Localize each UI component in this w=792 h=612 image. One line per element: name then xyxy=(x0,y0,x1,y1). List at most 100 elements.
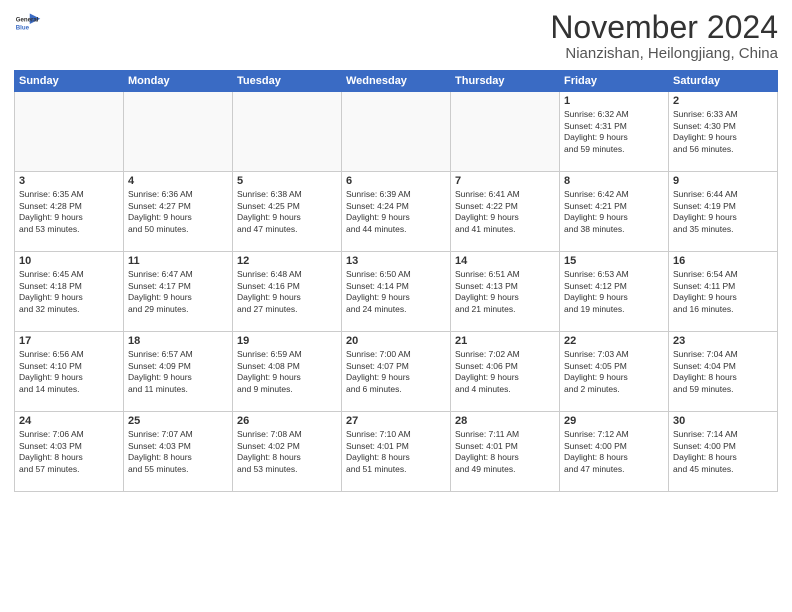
day-number: 19 xyxy=(237,335,337,347)
calendar-cell: 1Sunrise: 6:32 AM Sunset: 4:31 PM Daylig… xyxy=(560,92,669,172)
calendar-cell: 19 Sunrise: 6:59 AM Sunset: 4:08 PM Dayli… xyxy=(233,332,342,412)
calendar-cell: 23 Sunrise: 7:04 AM Sunset: 4:04 PM Dayli… xyxy=(669,332,778,412)
cell-info: Sunrise: 6:41 AM Sunset: 4:22 PM Dayligh… xyxy=(455,189,555,235)
month-title: November 2024 xyxy=(550,10,778,45)
calendar-cell: 6Sunrise: 6:39 AM Sunset: 4:24 PM Daylig… xyxy=(342,172,451,252)
day-number: 5 xyxy=(237,175,337,187)
calendar-cell: 9 Sunrise: 6:44 AM Sunset: 4:19 PM Daylig… xyxy=(669,172,778,252)
calendar-cell: 3 Sunrise: 6:35 AM Sunset: 4:28 PM Daylig… xyxy=(15,172,124,252)
day-number: 7 xyxy=(455,175,555,187)
weekday-header: Thursday xyxy=(451,71,560,92)
calendar-cell: 8 Sunrise: 6:42 AM Sunset: 4:21 PM Daylig… xyxy=(560,172,669,252)
day-number: 26 xyxy=(237,415,337,427)
calendar-week-row: 17 Sunrise: 6:56 AM Sunset: 4:10 PM Dayli… xyxy=(15,332,778,412)
day-number: 30 xyxy=(673,415,773,427)
cell-info: Sunrise: 6:51 AM Sunset: 4:13 PM Dayligh… xyxy=(455,269,555,315)
calendar-cell: 28Sunrise: 7:11 AM Sunset: 4:01 PM Dayli… xyxy=(451,412,560,492)
calendar-table: SundayMondayTuesdayWednesdayThursdayFrid… xyxy=(14,70,778,492)
day-number: 25 xyxy=(128,415,228,427)
day-number: 27 xyxy=(346,415,446,427)
weekday-header: Friday xyxy=(560,71,669,92)
weekday-header: Wednesday xyxy=(342,71,451,92)
cell-info: Sunrise: 6:36 AM Sunset: 4:27 PM Dayligh… xyxy=(128,189,228,235)
cell-info: Sunrise: 6:32 AM Sunset: 4:31 PM Dayligh… xyxy=(564,109,664,155)
cell-info: Sunrise: 7:06 AM Sunset: 4:03 PM Dayligh… xyxy=(19,429,119,475)
cell-info: Sunrise: 6:44 AM Sunset: 4:19 PM Dayligh… xyxy=(673,189,773,235)
cell-info: Sunrise: 6:56 AM Sunset: 4:10 PM Dayligh… xyxy=(19,349,119,395)
day-number: 11 xyxy=(128,255,228,267)
calendar-cell: 25 Sunrise: 7:07 AM Sunset: 4:03 PM Dayli… xyxy=(124,412,233,492)
cell-info: Sunrise: 7:04 AM Sunset: 4:04 PM Dayligh… xyxy=(673,349,773,395)
page-container: General Blue November 2024 Nianzishan, H… xyxy=(0,0,792,498)
cell-info: Sunrise: 6:54 AM Sunset: 4:11 PM Dayligh… xyxy=(673,269,773,315)
day-number: 29 xyxy=(564,415,664,427)
cell-info: Sunrise: 7:00 AM Sunset: 4:07 PM Dayligh… xyxy=(346,349,446,395)
weekday-header: Monday xyxy=(124,71,233,92)
logo: General Blue xyxy=(14,10,42,38)
calendar-cell: 18 Sunrise: 6:57 AM Sunset: 4:09 PM Dayli… xyxy=(124,332,233,412)
calendar-cell: 11 Sunrise: 6:47 AM Sunset: 4:17 PM Dayli… xyxy=(124,252,233,332)
cell-info: Sunrise: 7:14 AM Sunset: 4:00 PM Dayligh… xyxy=(673,429,773,475)
svg-text:Blue: Blue xyxy=(16,24,30,31)
day-number: 13 xyxy=(346,255,446,267)
calendar-cell xyxy=(15,92,124,172)
day-number: 6 xyxy=(346,175,446,187)
calendar-cell: 27 Sunrise: 7:10 AM Sunset: 4:01 PM Dayli… xyxy=(342,412,451,492)
calendar-cell: 2 Sunrise: 6:33 AM Sunset: 4:30 PM Daylig… xyxy=(669,92,778,172)
cell-info: Sunrise: 6:35 AM Sunset: 4:28 PM Dayligh… xyxy=(19,189,119,235)
cell-info: Sunrise: 7:03 AM Sunset: 4:05 PM Dayligh… xyxy=(564,349,664,395)
day-number: 28 xyxy=(455,415,555,427)
calendar-cell xyxy=(233,92,342,172)
cell-info: Sunrise: 7:10 AM Sunset: 4:01 PM Dayligh… xyxy=(346,429,446,475)
day-number: 20 xyxy=(346,335,446,347)
day-number: 17 xyxy=(19,335,119,347)
calendar-cell: 4 Sunrise: 6:36 AM Sunset: 4:27 PM Daylig… xyxy=(124,172,233,252)
calendar-week-row: 1Sunrise: 6:32 AM Sunset: 4:31 PM Daylig… xyxy=(15,92,778,172)
cell-info: Sunrise: 6:57 AM Sunset: 4:09 PM Dayligh… xyxy=(128,349,228,395)
day-number: 21 xyxy=(455,335,555,347)
cell-info: Sunrise: 6:33 AM Sunset: 4:30 PM Dayligh… xyxy=(673,109,773,155)
cell-info: Sunrise: 7:12 AM Sunset: 4:00 PM Dayligh… xyxy=(564,429,664,475)
calendar-header-row: SundayMondayTuesdayWednesdayThursdayFrid… xyxy=(15,71,778,92)
day-number: 15 xyxy=(564,255,664,267)
day-number: 3 xyxy=(19,175,119,187)
calendar-cell: 10 Sunrise: 6:45 AM Sunset: 4:18 PM Dayli… xyxy=(15,252,124,332)
day-number: 18 xyxy=(128,335,228,347)
calendar-cell xyxy=(451,92,560,172)
calendar-cell: 16Sunrise: 6:54 AM Sunset: 4:11 PM Dayli… xyxy=(669,252,778,332)
cell-info: Sunrise: 6:42 AM Sunset: 4:21 PM Dayligh… xyxy=(564,189,664,235)
day-number: 8 xyxy=(564,175,664,187)
calendar-cell: 24 Sunrise: 7:06 AM Sunset: 4:03 PM Dayli… xyxy=(15,412,124,492)
calendar-cell: 17 Sunrise: 6:56 AM Sunset: 4:10 PM Dayli… xyxy=(15,332,124,412)
title-block: November 2024 Nianzishan, Heilongjiang, … xyxy=(550,10,778,62)
calendar-cell xyxy=(342,92,451,172)
calendar-cell: 14 Sunrise: 6:51 AM Sunset: 4:13 PM Dayli… xyxy=(451,252,560,332)
day-number: 12 xyxy=(237,255,337,267)
weekday-header: Sunday xyxy=(15,71,124,92)
day-number: 23 xyxy=(673,335,773,347)
day-number: 9 xyxy=(673,175,773,187)
cell-info: Sunrise: 6:47 AM Sunset: 4:17 PM Dayligh… xyxy=(128,269,228,315)
logo-icon: General Blue xyxy=(14,10,42,38)
calendar-cell: 30 Sunrise: 7:14 AM Sunset: 4:00 PM Dayli… xyxy=(669,412,778,492)
day-number: 4 xyxy=(128,175,228,187)
weekday-header: Tuesday xyxy=(233,71,342,92)
day-number: 22 xyxy=(564,335,664,347)
calendar-cell: 21 Sunrise: 7:02 AM Sunset: 4:06 PM Dayli… xyxy=(451,332,560,412)
calendar-cell: 22 Sunrise: 7:03 AM Sunset: 4:05 PM Dayli… xyxy=(560,332,669,412)
day-number: 14 xyxy=(455,255,555,267)
cell-info: Sunrise: 7:07 AM Sunset: 4:03 PM Dayligh… xyxy=(128,429,228,475)
header: General Blue November 2024 Nianzishan, H… xyxy=(14,10,778,62)
day-number: 24 xyxy=(19,415,119,427)
day-number: 10 xyxy=(19,255,119,267)
cell-info: Sunrise: 6:45 AM Sunset: 4:18 PM Dayligh… xyxy=(19,269,119,315)
cell-info: Sunrise: 6:53 AM Sunset: 4:12 PM Dayligh… xyxy=(564,269,664,315)
calendar-week-row: 3 Sunrise: 6:35 AM Sunset: 4:28 PM Daylig… xyxy=(15,172,778,252)
day-number: 2 xyxy=(673,95,773,107)
calendar-cell: 13Sunrise: 6:50 AM Sunset: 4:14 PM Dayli… xyxy=(342,252,451,332)
cell-info: Sunrise: 7:08 AM Sunset: 4:02 PM Dayligh… xyxy=(237,429,337,475)
cell-info: Sunrise: 6:59 AM Sunset: 4:08 PM Dayligh… xyxy=(237,349,337,395)
calendar-week-row: 24 Sunrise: 7:06 AM Sunset: 4:03 PM Dayli… xyxy=(15,412,778,492)
calendar-cell: 5Sunrise: 6:38 AM Sunset: 4:25 PM Daylig… xyxy=(233,172,342,252)
cell-info: Sunrise: 7:02 AM Sunset: 4:06 PM Dayligh… xyxy=(455,349,555,395)
